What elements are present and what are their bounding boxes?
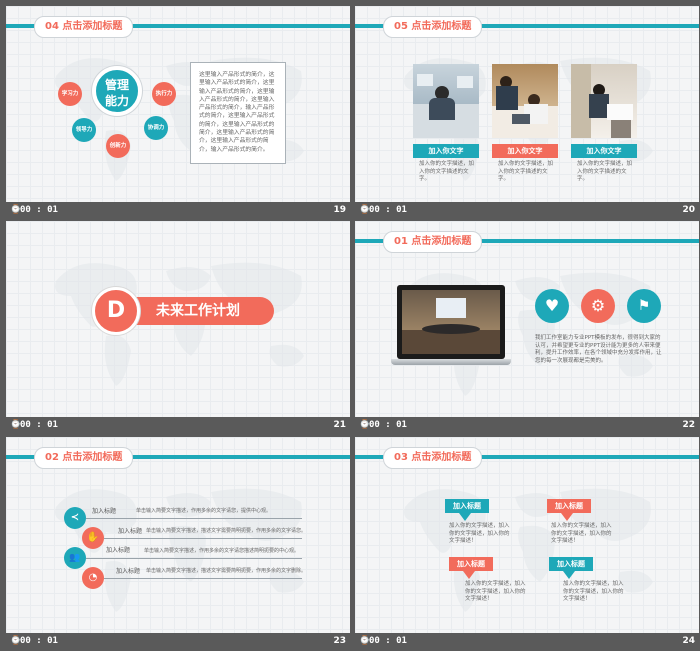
row-2-text: 单击输入简要文字描述，描述文字需要简明扼要，作用多余的文字请您。 (146, 528, 307, 534)
callout-2-label: 加入标题 (547, 499, 591, 513)
row-1-text: 单击输入简要文字描述，作用多余的文字请您，提供中心观。 (136, 508, 272, 514)
callout-3-label: 加入标题 (449, 557, 493, 571)
row-3-text: 单击输入简要文字描述，作用多余的文字请您描述简明扼要的中心观。 (144, 548, 300, 554)
office-photo-2 (492, 64, 558, 138)
row-4-text: 单击输入简要文字描述，描述文字需要简明扼要，作用多余的文字删除。 (146, 568, 307, 574)
slide-time: 00 : 01 (369, 420, 407, 430)
heart-icon: ♥ (535, 289, 569, 323)
slide-thumbnail-24[interactable]: 03 点击添加标题 加入标题 加入你的文字描述，加入你的文字描述，加入你的文字描… (355, 437, 699, 651)
skill-circle-4: 协调力 (144, 116, 168, 140)
row-4-label: 加入标题 (116, 568, 141, 575)
slide-footer: ⌚ 00 : 01 20 (355, 202, 699, 220)
slide-thumbnail-23[interactable]: 02 点击添加标题 ≺ 加入标题 单击输入简要文字描述，作用多余的文字请您，提供… (6, 437, 350, 651)
row-1-label: 加入标题 (92, 508, 117, 515)
slide-time: 00 : 01 (20, 636, 58, 646)
callout-4-pointer (563, 571, 575, 579)
slide-title: 01 点击添加标题 (383, 231, 483, 253)
slide-number: 23 (333, 636, 346, 646)
slide-canvas: 02 点击添加标题 ≺ 加入标题 单击输入简要文字描述，作用多余的文字请您，提供… (6, 437, 350, 633)
slide-number: 19 (333, 205, 346, 215)
card-3-label: 加入你文字 (571, 144, 637, 158)
section-letter-circle: D (92, 287, 140, 335)
slide-canvas: 未来工作计划 D (6, 221, 350, 417)
center-label: 管理能力 (104, 78, 129, 108)
slide-time: 00 : 01 (20, 420, 58, 430)
row-4-divider (104, 578, 302, 579)
slide-thumbnail-22[interactable]: 01 点击添加标题 ♥ ⚙ ⚑ 我们工作室能力专业PPT模板的发布，很得到大家的… (355, 221, 699, 435)
card-2-label: 加入你文字 (492, 144, 558, 158)
slide-canvas: 01 点击添加标题 ♥ ⚙ ⚑ 我们工作室能力专业PPT模板的发布，很得到大家的… (355, 221, 699, 417)
slide-footer: ⌚ 00 : 01 24 (355, 633, 699, 651)
callout-1-text: 加入你的文字描述，加入你的文字描述，加入你的文字描述！ (449, 523, 510, 544)
center-circle: 管理能力 (92, 66, 142, 116)
slide-canvas: 04 点击添加标题 管理能力 学习力 执行力 领导力 协调力 创新力 这里输入产… (6, 6, 350, 202)
callout-2-pointer (561, 513, 573, 521)
slide-time: 00 : 01 (20, 205, 58, 215)
skill-circle-3: 领导力 (72, 118, 96, 142)
card-1-text: 加入你的文字描述，加入你的文字描述的文字。 (419, 161, 475, 182)
laptop-image (391, 285, 511, 371)
slide-footer: ⌚ 00 : 01 19 (6, 202, 350, 220)
skill-circle-1: 学习力 (58, 82, 82, 106)
callout-4-label: 加入标题 (549, 557, 593, 571)
slide-title: 02 点击添加标题 (34, 447, 134, 469)
slide-canvas: 05 点击添加标题 加入你文字 加入你文字 加入你文字 加入你的文字描述，加入你… (355, 6, 699, 202)
callout-4-text: 加入你的文字描述，加入你的文字描述，加入你的文字描述！ (563, 581, 624, 602)
slide-canvas: 03 点击添加标题 加入标题 加入你的文字描述，加入你的文字描述，加入你的文字描… (355, 437, 699, 633)
description-box: 这里输入产品形式的简介，这里输入产品形式的简介，这里输入产品形式的简介，这里输入… (190, 62, 286, 164)
slide-thumbnail-19[interactable]: 04 点击添加标题 管理能力 学习力 执行力 领导力 协调力 创新力 这里输入产… (6, 6, 350, 220)
description-text: 我们工作室能力专业PPT模板的发布，很得到大家的认可，并希望更专业的PPT设计能… (535, 335, 662, 364)
gear-icon: ⚙ (581, 289, 615, 323)
slide-footer: ⌚ 00 : 01 21 (6, 417, 350, 435)
slide-number: 20 (682, 205, 695, 215)
hand-icon: ✋ (82, 527, 104, 549)
card-1-label: 加入你文字 (413, 144, 479, 158)
flag-icon: ⚑ (627, 289, 661, 323)
users-icon: 👥 (64, 547, 86, 569)
slide-thumbnail-20[interactable]: 05 点击添加标题 加入你文字 加入你文字 加入你文字 加入你的文字描述，加入你… (355, 6, 699, 220)
callout-3-pointer (463, 571, 475, 579)
slide-number: 22 (682, 420, 695, 430)
slide-thumbnail-21[interactable]: 未来工作计划 D ⌚ 00 : 01 21 (6, 221, 350, 435)
description-text: 这里输入产品形式的简介，这里输入产品形式的简介，这里输入产品形式的简介，这里输入… (199, 72, 275, 153)
card-3-text: 加入你的文字描述，加入你的文字描述的文字。 (577, 161, 633, 182)
slide-number: 21 (333, 420, 346, 430)
section-heading: 未来工作计划 (156, 303, 240, 319)
skill-circle-2: 执行力 (152, 82, 176, 106)
skill-circle-5: 创新力 (106, 134, 130, 158)
row-3-divider (86, 558, 302, 559)
office-photo-1 (413, 64, 479, 138)
row-3-label: 加入标题 (106, 547, 131, 554)
office-photo-3 (571, 64, 637, 138)
share-icon: ≺ (64, 507, 86, 529)
card-2-text: 加入你的文字描述，加入你的文字描述的文字。 (498, 161, 554, 182)
slide-time: 00 : 01 (369, 636, 407, 646)
row-1-divider (86, 518, 302, 519)
slide-title: 05 点击添加标题 (383, 16, 483, 38)
callout-3-text: 加入你的文字描述，加入你的文字描述，加入你的文字描述！ (465, 581, 526, 602)
callout-1-pointer (459, 513, 471, 521)
callout-2-text: 加入你的文字描述，加入你的文字描述，加入你的文字描述！ (551, 523, 612, 544)
section-letter: D (106, 298, 126, 323)
slide-title: 04 点击添加标题 (34, 16, 134, 38)
row-2-label: 加入标题 (118, 528, 143, 535)
slide-time: 00 : 01 (369, 205, 407, 215)
slide-footer: ⌚ 00 : 01 22 (355, 417, 699, 435)
callout-1-label: 加入标题 (445, 499, 489, 513)
slide-number: 24 (682, 636, 695, 646)
slide-footer: ⌚ 00 : 01 23 (6, 633, 350, 651)
chart-icon: ◔ (82, 567, 104, 589)
slide-title: 03 点击添加标题 (383, 447, 483, 469)
row-2-divider (104, 538, 302, 539)
